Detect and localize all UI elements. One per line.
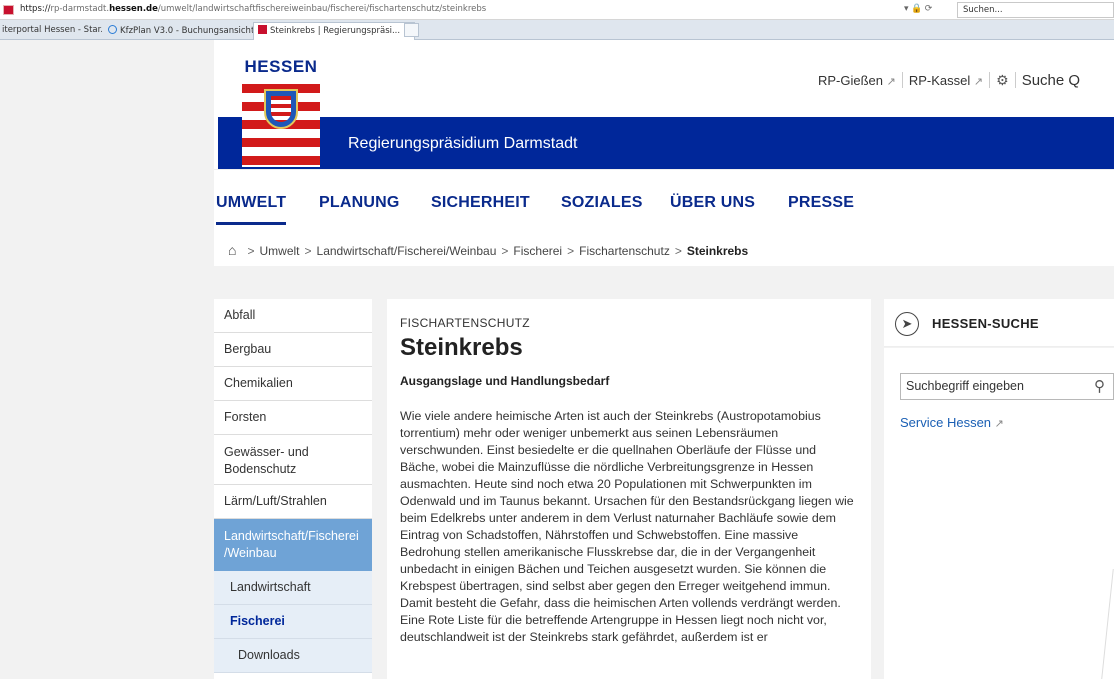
breadcrumb-separator: > bbox=[304, 244, 312, 258]
sidebar-item-forsten[interactable]: Forsten bbox=[214, 401, 372, 435]
sidebar: Abfall Bergbau Chemikalien Forsten Gewäs… bbox=[214, 299, 372, 679]
hessen-favicon-icon bbox=[3, 5, 14, 15]
external-link-icon: ↗ bbox=[973, 76, 984, 88]
nav-ueber-uns[interactable]: ÜBER UNS bbox=[670, 194, 755, 212]
link-rp-kassel[interactable]: RP-Kassel ↗ bbox=[909, 73, 983, 88]
hessen-search-input[interactable]: Suchbegriff eingeben ⚲ bbox=[900, 373, 1114, 400]
url-controls[interactable]: ▾ 🔒 ⟳ bbox=[904, 3, 932, 14]
breadcrumb-umwelt[interactable]: Umwelt bbox=[259, 244, 299, 258]
nav-soziales[interactable]: SOZIALES bbox=[561, 194, 643, 212]
external-link-icon: ↗ bbox=[886, 76, 896, 88]
tab-steinkrebs[interactable]: Steinkrebs | Regierungspräsi...× bbox=[253, 22, 416, 40]
article-body: Wie viele andere heimische Arten ist auc… bbox=[400, 409, 854, 644]
divider bbox=[989, 72, 991, 88]
article-subtitle: Ausgangslage und Handlungsbedarf bbox=[400, 374, 610, 388]
sidebar-item-landwirtschaft[interactable]: Landwirtschaft bbox=[214, 571, 372, 605]
page-title: Steinkrebs bbox=[400, 334, 523, 361]
sidebar-item-downloads[interactable]: Downloads bbox=[214, 639, 372, 673]
breadcrumb-separator: > bbox=[567, 244, 575, 258]
home-icon[interactable]: ⌂ bbox=[228, 242, 236, 258]
service-label: Service Hessen bbox=[900, 415, 992, 430]
banner-title: Regierungspräsidium Darmstadt bbox=[348, 135, 578, 152]
search-placeholder: Suchbegriff eingeben bbox=[906, 379, 1024, 393]
link-rp-giessen[interactable]: RP-Gießen ↗ bbox=[818, 73, 896, 88]
nav-umwelt[interactable]: UMWELT bbox=[216, 194, 287, 225]
browser-address-bar: https://rp-darmstadt.hessen.de/umwelt/la… bbox=[0, 0, 1114, 20]
breadcrumb-landwirtschaft[interactable]: Landwirtschaft/Fischerei/Weinbau bbox=[317, 244, 497, 258]
ie-icon bbox=[108, 25, 117, 34]
breadcrumb-separator: > bbox=[674, 244, 682, 258]
tab-label: KfzPlan V3.0 - Buchungsansicht bbox=[120, 26, 255, 36]
main-navigation: UMWELT PLANUNG SICHERHEIT SOZIALES ÜBER … bbox=[214, 169, 1114, 237]
send-icon: ➤ bbox=[895, 312, 919, 336]
sidebar-item-abfall[interactable]: Abfall bbox=[214, 299, 372, 333]
browser-search-input[interactable]: Suchen... bbox=[957, 2, 1114, 18]
logo-text: HESSEN bbox=[244, 57, 318, 76]
nav-presse[interactable]: PRESSE bbox=[788, 194, 854, 212]
hessen-icon bbox=[258, 25, 267, 34]
divider bbox=[1014, 72, 1016, 88]
article: FISCHARTENSCHUTZ Steinkrebs Ausgangslage… bbox=[387, 299, 871, 679]
hessen-suche-header: ➤ HESSEN-SUCHE bbox=[884, 299, 1114, 347]
hessen-suche-title: HESSEN-SUCHE bbox=[932, 316, 1039, 331]
sidebar-item-laerm[interactable]: Lärm/Luft/Strahlen bbox=[214, 485, 372, 519]
right-column-blank bbox=[884, 446, 1114, 679]
sidebar-item-landwirtschaft-fischerei-weinbau[interactable]: Landwirtschaft/Fischerei /Weinbau bbox=[214, 519, 372, 571]
search-icon: Q bbox=[1068, 72, 1081, 89]
divider bbox=[901, 72, 903, 88]
site-banner: Regierungspräsidium Darmstadt bbox=[214, 117, 1114, 169]
external-link-icon: ↗ bbox=[994, 418, 1004, 430]
new-tab-button[interactable] bbox=[404, 23, 419, 37]
hessen-logo[interactable]: HESSEN bbox=[242, 57, 320, 167]
url-field[interactable]: https://rp-darmstadt.hessen.de/umwelt/la… bbox=[20, 4, 486, 14]
link-label: RP-Kassel bbox=[908, 73, 971, 88]
tab-kfzplan[interactable]: KfzPlan V3.0 - Buchungsansicht bbox=[104, 23, 258, 39]
sidebar-item-gewaesser[interactable]: Gewässer- und Bodenschutz bbox=[214, 435, 372, 485]
breadcrumb-fischartenschutz[interactable]: Fischartenschutz bbox=[579, 244, 670, 258]
breadcrumb-current: Steinkrebs bbox=[686, 244, 749, 258]
tab-label: iterportal Hessen - Star... bbox=[2, 25, 102, 35]
tab-buergerportal[interactable]: iterportal Hessen - Star... bbox=[0, 23, 102, 39]
coat-of-arms-icon bbox=[264, 89, 298, 129]
search-button[interactable]: Suche Q bbox=[1022, 72, 1080, 89]
breadcrumb: ⌂ > Umwelt > Landwirtschaft/Fischerei/Weinba… bbox=[228, 242, 748, 258]
breadcrumb-separator: > bbox=[501, 244, 509, 258]
service-hessen-link[interactable]: Service Hessen ↗ bbox=[900, 415, 1004, 430]
article-kicker: FISCHARTENSCHUTZ bbox=[400, 316, 530, 330]
breadcrumb-fischerei[interactable]: Fischerei bbox=[513, 244, 562, 258]
browser-tab-bar: iterportal Hessen - Star... KfzPlan V3.0… bbox=[0, 20, 1114, 40]
link-label: RP-Gießen bbox=[818, 73, 884, 88]
breadcrumb-separator: > bbox=[247, 244, 255, 258]
nav-planung[interactable]: PLANUNG bbox=[319, 194, 400, 212]
sidebar-item-bergbau[interactable]: Bergbau bbox=[214, 333, 372, 367]
top-links: RP-Gießen ↗ RP-Kassel ↗ ⚙ Suche Q bbox=[818, 72, 1080, 89]
tab-label: Steinkrebs | Regierungspräsi... bbox=[270, 26, 401, 36]
gear-icon[interactable]: ⚙ bbox=[996, 72, 1009, 88]
search-icon[interactable]: ⚲ bbox=[1094, 377, 1105, 395]
sidebar-item-fischerei[interactable]: Fischerei bbox=[214, 605, 372, 639]
search-label: Suche bbox=[1021, 72, 1065, 89]
nav-sicherheit[interactable]: SICHERHEIT bbox=[431, 194, 530, 212]
sidebar-item-chemikalien[interactable]: Chemikalien bbox=[214, 367, 372, 401]
